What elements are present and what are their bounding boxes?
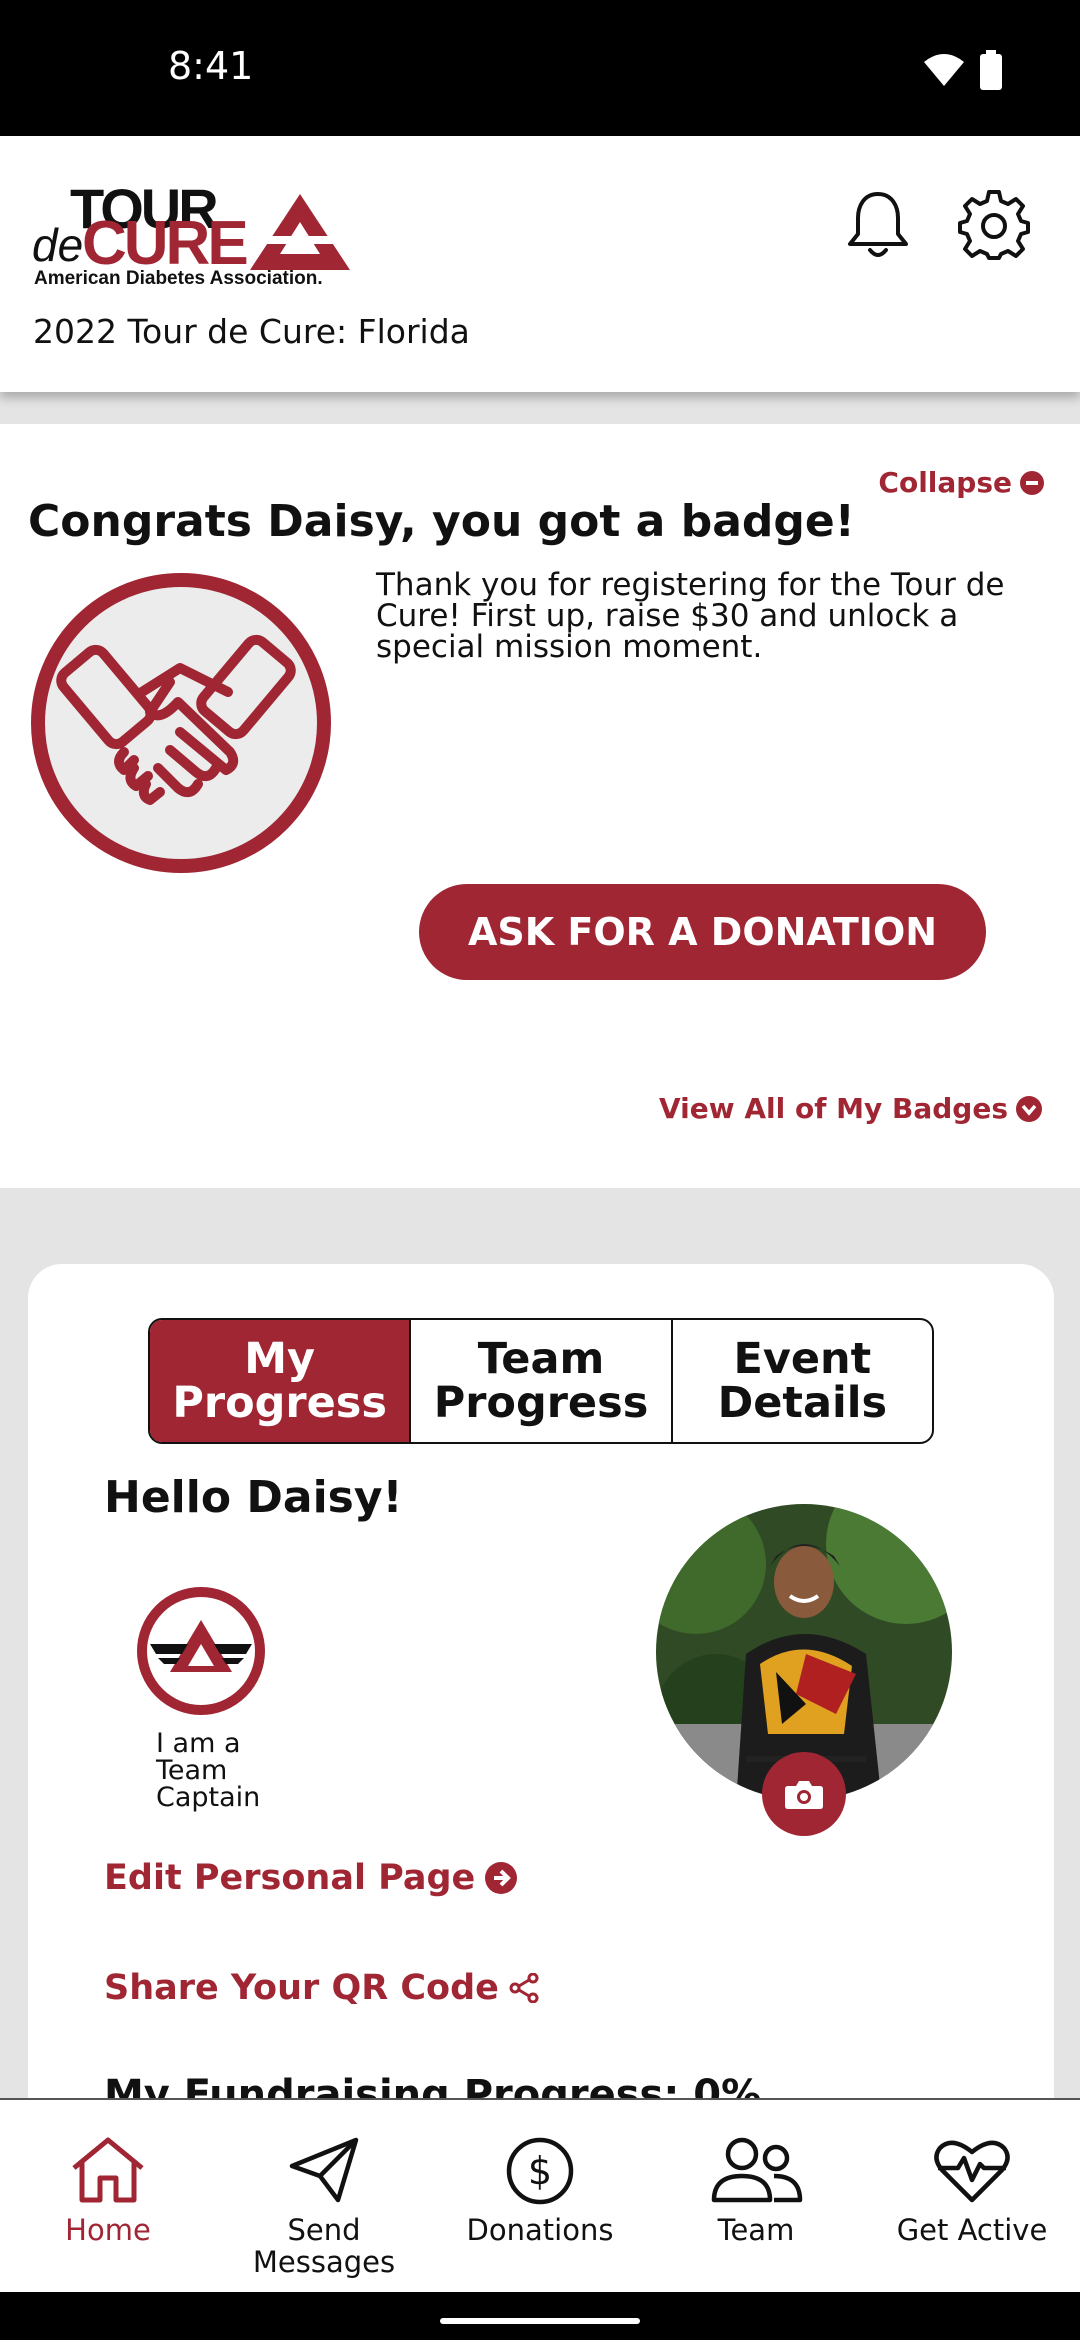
- heart-pulse-icon: [934, 2140, 1010, 2203]
- progress-card: My Progress Team Progress Event Details …: [28, 1264, 1054, 2164]
- arrow-right-circle-icon: [485, 1862, 518, 1894]
- share-qr-code-link[interactable]: Share Your QR Code: [104, 1968, 539, 2008]
- nav-team-label: Team: [717, 2213, 795, 2247]
- tab-event-details[interactable]: Event Details: [670, 1320, 932, 1442]
- settings-button[interactable]: [958, 188, 1030, 260]
- home-icon: [72, 2137, 144, 2203]
- nav-send-messages-label: Send Messages: [252, 2213, 396, 2279]
- chevron-down-circle-icon: [1016, 1095, 1042, 1122]
- paper-plane-icon: [289, 2137, 359, 2203]
- view-all-badges-link[interactable]: View All of My Badges: [659, 1092, 1042, 1125]
- status-time: 8:41: [168, 44, 254, 88]
- nav-donations-label: Donations: [466, 2213, 614, 2247]
- camera-icon: [785, 1781, 823, 1809]
- notifications-button[interactable]: [846, 188, 910, 260]
- share-icon: [509, 1973, 539, 2003]
- badge-card: Collapse Congrats Daisy, you got a badge…: [0, 424, 1080, 1188]
- handshake-badge-icon: [31, 573, 331, 873]
- progress-tabs: My Progress Team Progress Event Details: [148, 1318, 934, 1444]
- logo-triangle-icon: [248, 194, 352, 270]
- logo-de-text: de: [32, 219, 84, 271]
- minus-circle-icon: [1020, 470, 1044, 495]
- wifi-icon: [924, 54, 964, 86]
- team-icon: [711, 2137, 803, 2203]
- event-title: 2022 Tour de Cure: Florida: [33, 312, 470, 351]
- view-all-badges-label: View All of My Badges: [658, 1092, 1008, 1125]
- dollar-circle-icon: $: [506, 2137, 574, 2205]
- collapse-button[interactable]: Collapse: [878, 466, 1044, 499]
- status-bar: 8:41: [0, 0, 1080, 136]
- battery-icon: [980, 50, 1002, 90]
- nav-team[interactable]: Team: [648, 2100, 864, 2292]
- share-qr-code-label: Share Your QR Code: [104, 1968, 499, 2008]
- gear-icon: [958, 190, 1030, 260]
- nav-get-active-label: Get Active: [896, 2213, 1048, 2247]
- badge-title: Congrats Daisy, you got a badge!: [28, 496, 855, 547]
- team-captain-icon: [137, 1587, 265, 1715]
- bell-icon: [848, 192, 908, 257]
- badge-description: Thank you for registering for the Tour d…: [376, 567, 1005, 665]
- nav-donations[interactable]: $ Donations: [432, 2100, 648, 2292]
- edit-personal-page-link[interactable]: Edit Personal Page: [104, 1858, 518, 1898]
- nav-home-label: Home: [65, 2213, 151, 2247]
- app-header: TOUR de CURE American Diabetes Associati…: [0, 136, 1080, 392]
- home-gesture-handle[interactable]: [440, 2318, 640, 2324]
- team-captain-label: I am a Team Captain: [156, 1728, 261, 1813]
- edit-personal-page-label: Edit Personal Page: [104, 1858, 476, 1898]
- svg-text:$: $: [528, 2149, 552, 2193]
- greeting: Hello Daisy!: [104, 1472, 403, 1523]
- collapse-label: Collapse: [878, 466, 1012, 499]
- tab-team-progress[interactable]: Team Progress: [409, 1320, 670, 1442]
- bottom-navigation: Home Send Messages $ Donations Team Get …: [0, 2098, 1080, 2292]
- nav-send-messages[interactable]: Send Messages: [216, 2100, 432, 2292]
- tour-de-cure-logo: TOUR de CURE American Diabetes Associati…: [30, 176, 360, 298]
- gesture-bar: [0, 2292, 1080, 2340]
- logo-ada-text: American Diabetes Association.: [34, 268, 323, 289]
- ask-for-donation-button[interactable]: ASK FOR A DONATION: [419, 884, 986, 980]
- nav-get-active[interactable]: Get Active: [864, 2100, 1080, 2292]
- nav-home[interactable]: Home: [0, 2100, 216, 2292]
- change-photo-button[interactable]: [762, 1752, 846, 1836]
- tab-my-progress[interactable]: My Progress: [150, 1320, 410, 1442]
